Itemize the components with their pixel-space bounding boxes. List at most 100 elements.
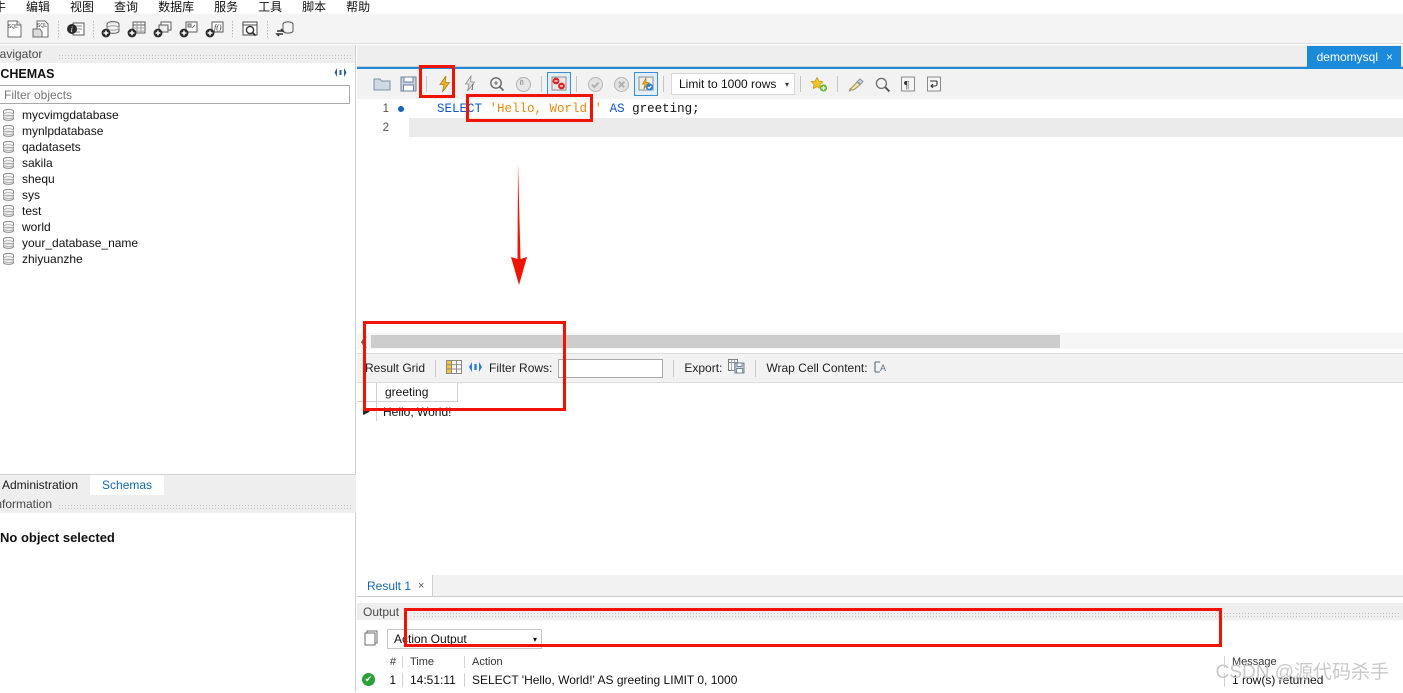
create-table-icon[interactable] [124, 16, 150, 42]
database-icon [2, 236, 15, 249]
scrollbar-thumb[interactable] [371, 334, 1060, 348]
mysql-workbench-window: 牛 编辑 视图 查询 数据库 服务 工具 脚本 帮助 SQL SQL i f()… [0, 0, 1403, 692]
column-header-action: Action [464, 655, 1224, 668]
chevron-left-icon[interactable]: ❮ [357, 335, 371, 348]
toggle-word-wrap-icon[interactable] [921, 71, 947, 97]
sidebar-tab-bar: Administration Schemas [0, 474, 356, 495]
create-view-icon[interactable] [150, 16, 176, 42]
database-icon [2, 124, 15, 137]
open-script-icon[interactable] [369, 71, 395, 97]
editor-horizontal-scrollbar[interactable]: ❮ [357, 333, 1403, 349]
column-header[interactable]: greeting [377, 383, 458, 402]
sql-editor[interactable]: 1 SELECT 'Hello, World!' AS greeting; 2 [357, 99, 1403, 329]
menu-item-query[interactable]: 查询 [104, 1, 148, 14]
schema-name: sys [22, 188, 40, 202]
sidebar-tab-administration[interactable]: Administration [0, 475, 91, 495]
menu-item-tools[interactable]: 工具 [248, 1, 292, 14]
list-item[interactable]: sys [0, 187, 355, 203]
current-row-marker-icon: ▶ [357, 402, 377, 421]
chevron-down-icon: ▾ [784, 79, 789, 89]
refresh-grid-icon[interactable] [468, 360, 483, 377]
result-tab-1[interactable]: Result 1 × [357, 575, 434, 596]
menu-item-server[interactable]: 服务 [204, 1, 248, 14]
schema-name: test [22, 204, 42, 218]
list-item[interactable]: test [0, 203, 355, 219]
open-sql-file-icon[interactable]: SQL [28, 16, 54, 42]
toggle-autocommit-icon[interactable] [634, 72, 658, 96]
list-item[interactable]: qadatasets [0, 139, 355, 155]
new-sql-file-icon[interactable]: SQL [2, 16, 28, 42]
stop-execution-icon[interactable] [510, 71, 536, 97]
sql-keyword-as: AS [609, 101, 625, 116]
menu-item-edit[interactable]: 编辑 [16, 1, 60, 14]
table-cell[interactable]: Hello, World! [377, 402, 451, 421]
close-icon[interactable]: × [1386, 50, 1393, 64]
export-icon[interactable] [728, 359, 745, 377]
toolbar-separator [795, 75, 806, 93]
svg-text:¶: ¶ [904, 79, 909, 91]
beautify-query-icon[interactable] [843, 71, 869, 97]
create-procedure-icon[interactable] [176, 16, 202, 42]
execute-statement-icon[interactable] [432, 71, 458, 97]
inspect-schema-icon[interactable] [237, 16, 263, 42]
wrap-cell-icon[interactable]: A [873, 360, 889, 377]
menu-item-database[interactable]: 数据库 [148, 1, 204, 14]
list-item[interactable]: world [0, 219, 355, 235]
filter-rows-input[interactable] [558, 358, 664, 378]
explain-statement-icon[interactable] [484, 71, 510, 97]
connection-info-icon[interactable]: i [63, 16, 89, 42]
caption-dots [58, 54, 351, 59]
sql-keyword: SELECT [437, 101, 490, 116]
output-panel-icon[interactable] [363, 630, 380, 649]
menu-bar: 牛 编辑 视图 查询 数据库 服务 工具 脚本 帮助 [0, 0, 1403, 14]
create-function-icon[interactable]: f() [202, 16, 228, 42]
row-action: SELECT 'Hello, World!' AS greeting LIMIT… [464, 672, 1224, 687]
list-item[interactable]: zhiyuanzhe [0, 251, 355, 267]
database-icon [2, 204, 15, 217]
rollback-icon[interactable] [608, 71, 634, 97]
limit-rows-dropdown[interactable]: Limit to 1000 rows ▾ [671, 73, 795, 95]
toolbar-separator [228, 20, 237, 38]
find-icon[interactable] [869, 71, 895, 97]
sql-space [602, 102, 610, 116]
document-tab-demomysql[interactable]: demomysql × [1306, 46, 1401, 67]
toggle-stop-on-error-icon[interactable] [547, 72, 571, 96]
schema-name: world [22, 220, 51, 234]
table-row[interactable]: ▶ Hello, World! [357, 402, 1403, 421]
limit-rows-label: Limit to 1000 rows [679, 77, 777, 91]
filter-rows-label: Filter Rows: [489, 361, 553, 375]
refresh-icon[interactable] [334, 67, 347, 81]
menu-item-help[interactable]: 帮助 [336, 1, 380, 14]
menu-item-view[interactable]: 视图 [60, 1, 104, 14]
navigator-panel: Navigator SCHEMAS [0, 45, 356, 692]
list-item[interactable]: shequ [0, 171, 355, 187]
output-caption-label: Output [363, 604, 405, 619]
list-item[interactable]: sakila [0, 155, 355, 171]
document-tab-strip: demomysql × [357, 45, 1403, 67]
create-schema-icon[interactable] [98, 16, 124, 42]
toggle-invisible-chars-icon[interactable]: ¶ [895, 71, 921, 97]
grid-view-icon[interactable] [446, 359, 463, 377]
save-snippet-icon[interactable] [806, 71, 832, 97]
sidebar-tab-schemas[interactable]: Schemas [90, 475, 165, 495]
commit-icon[interactable] [582, 71, 608, 97]
action-output-dropdown[interactable]: Action Output ▾ [387, 629, 542, 649]
menu-item-file[interactable]: 牛 [0, 1, 16, 14]
list-item[interactable]: mycvimgdatabase [0, 107, 355, 123]
menu-item-scripting[interactable]: 脚本 [292, 1, 336, 14]
list-item[interactable]: your_database_name [0, 235, 355, 251]
result-tab-bar: Result 1 × [357, 575, 1403, 597]
close-icon[interactable]: × [418, 580, 424, 592]
svg-text:f(): f() [214, 23, 222, 32]
execute-current-statement-icon[interactable]: I [458, 71, 484, 97]
column-header-index: # [389, 655, 396, 668]
no-object-selected-label: No object selected [0, 530, 115, 545]
result-grid[interactable]: greeting ▶ Hello, World! [357, 383, 1403, 573]
sync-model-icon[interactable] [272, 16, 298, 42]
navigator-caption-label: Navigator [0, 47, 47, 61]
list-item[interactable]: mynlpdatabase [0, 123, 355, 139]
editor-line: 1 SELECT 'Hello, World!' AS greeting; [357, 99, 1403, 118]
filter-objects-input[interactable] [0, 85, 350, 104]
svg-text:A: A [880, 363, 886, 373]
save-script-icon[interactable] [395, 71, 421, 97]
